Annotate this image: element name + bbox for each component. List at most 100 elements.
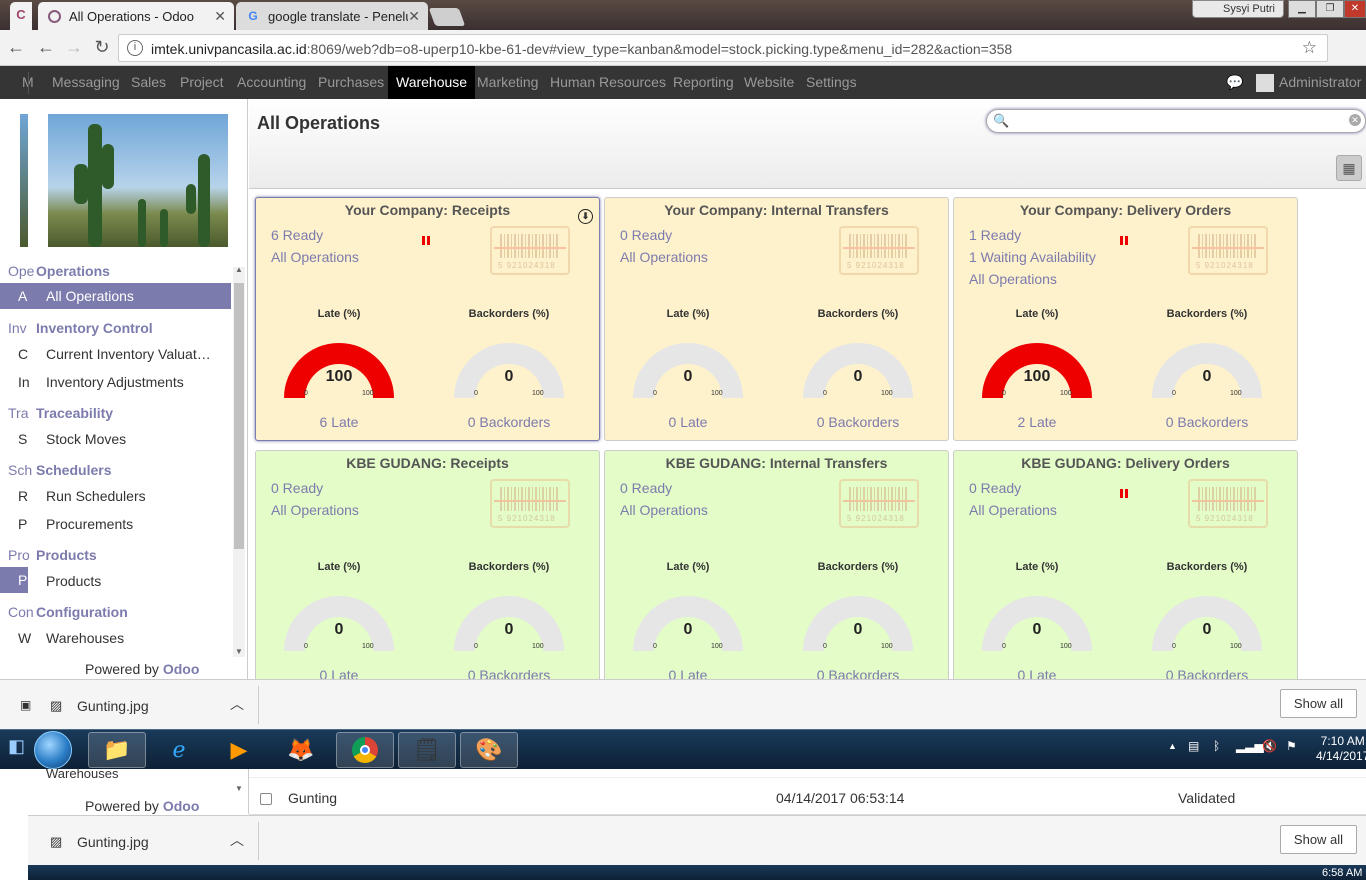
card-link[interactable]: All Operations	[969, 271, 1057, 287]
media-player-icon[interactable]: ▶	[210, 732, 268, 768]
forward-icon[interactable]: →	[64, 37, 84, 58]
card-link[interactable]: 6 Ready	[271, 227, 323, 243]
show-all-button[interactable]: Show all	[1280, 689, 1357, 718]
sidebar-item-warehouses[interactable]: Warehouses	[46, 630, 124, 646]
bluetooth-icon[interactable]: ᛒ	[1213, 739, 1220, 753]
close-icon[interactable]: ✕	[214, 8, 226, 25]
gauge-footer-link[interactable]: 0 Backorders	[788, 414, 928, 430]
card-link[interactable]: 1 Ready	[969, 227, 1021, 243]
download-file-name[interactable]: Gunting.jpg	[77, 698, 149, 714]
gauge-footer-link[interactable]: 0 Backorders	[1137, 667, 1277, 679]
menu-item-settings[interactable]: Settings	[798, 66, 865, 99]
card-link[interactable]: All Operations	[271, 249, 359, 265]
tab-google[interactable]: G google translate - Penelu ✕	[236, 2, 428, 30]
clock[interactable]: 7:10 AM 4/14/2017	[1316, 734, 1366, 764]
window-close-button[interactable]: ✕	[1344, 0, 1366, 18]
tab-odoo[interactable]: All Operations - Odoo ✕	[38, 2, 234, 30]
odoo-link[interactable]: Odoo	[163, 661, 200, 677]
kanban-view-button[interactable]: ▦	[1336, 155, 1362, 181]
gauge-footer-link[interactable]: 0 Late	[967, 667, 1107, 679]
gauge-footer-link[interactable]: 0 Backorders	[788, 667, 928, 679]
url-field[interactable]: i imtek.univpancasila.ac.id:8069/web?db=…	[118, 34, 1328, 62]
card-link[interactable]: 0 Ready	[620, 480, 672, 496]
card-link[interactable]: 0 Ready	[969, 480, 1021, 496]
card-link[interactable]: All Operations	[620, 502, 708, 518]
menu-item-sales[interactable]: Sales	[123, 66, 174, 99]
card-link[interactable]: All Operations	[271, 502, 359, 518]
sidebar-item-run-schedulers[interactable]: Run Schedulers	[46, 488, 146, 504]
sidebar-item-warehouses-2[interactable]: Warehouses	[46, 766, 119, 781]
kanban-card[interactable]: KBE GUDANG: Receipts 0 Ready All Operation…	[255, 450, 600, 679]
card-link[interactable]: 1 Waiting Availability	[969, 249, 1096, 265]
gauge-footer-link[interactable]: 0 Late	[618, 667, 758, 679]
scroll-down-icon[interactable]: ▼	[235, 647, 243, 656]
menu-item-accounting[interactable]: Accounting	[229, 66, 314, 99]
chevron-up-icon[interactable]: ︿	[230, 694, 244, 714]
odoo-link-2[interactable]: Odoo	[163, 798, 200, 814]
gauge-footer-link[interactable]: 6 Late	[269, 414, 409, 430]
menu-item-project[interactable]: Project	[172, 66, 232, 99]
info-icon[interactable]: i	[127, 40, 143, 56]
card-link[interactable]: All Operations	[969, 502, 1057, 518]
menu-item-messaging[interactable]: Messaging	[44, 66, 128, 99]
back-arrow-icon[interactable]: ←	[6, 37, 26, 58]
gauge-footer-link[interactable]: 0 Late	[269, 667, 409, 679]
card-link[interactable]: 0 Ready	[271, 480, 323, 496]
kanban-card[interactable]: KBE GUDANG: Delivery Orders 0 Ready All Op…	[953, 450, 1298, 679]
sidebar-item-all-operations[interactable]: All Operations	[28, 283, 231, 309]
close-icon[interactable]: ✕	[408, 8, 420, 25]
search-input[interactable]: 🔍 ✕	[986, 109, 1366, 133]
chrome-icon[interactable]	[336, 732, 394, 768]
reload-icon[interactable]: ↻	[92, 37, 112, 58]
explorer-icon[interactable]: 📁	[88, 732, 146, 768]
minimize-button[interactable]: ▁	[1288, 0, 1316, 18]
gauge-footer-link[interactable]: 0 Backorders	[439, 414, 579, 430]
action-center-icon[interactable]: ⚑	[1286, 739, 1297, 753]
firefox-icon[interactable]: 🦊	[272, 732, 330, 768]
menu-item-human-resources[interactable]: Human Resources	[542, 66, 674, 99]
sidebar-item-inventory-adjustments[interactable]: Inventory Adjustments	[46, 374, 184, 390]
card-link[interactable]: 0 Ready	[620, 227, 672, 243]
gauge-footer-link[interactable]: 0 Late	[618, 414, 758, 430]
sticky-notes-icon[interactable]: 🗒	[398, 732, 456, 768]
sidebar-item-products[interactable]: Products	[46, 573, 101, 589]
user-menu[interactable]: Administrator	[1256, 66, 1361, 99]
tray-devices-icon[interactable]: ▤	[1188, 739, 1199, 753]
signal-icon[interactable]: ▂▃▅	[1236, 739, 1264, 753]
table-row[interactable]: Gunting 04/14/2017 06:53:14 Validated	[249, 777, 1366, 815]
new-tab-button[interactable]	[428, 8, 466, 26]
menu-item-reporting[interactable]: Reporting	[665, 66, 742, 99]
gauge-footer-link[interactable]: 0 Backorders	[439, 667, 579, 679]
pinned-tab[interactable]: C	[10, 2, 32, 30]
scroll-down-icon[interactable]: ▼	[235, 784, 243, 793]
sidebar-item-cut-selected[interactable]: P	[0, 567, 28, 593]
dropdown-icon[interactable]: ⬇	[578, 209, 593, 224]
start-button[interactable]	[34, 731, 72, 769]
row-checkbox[interactable]	[260, 793, 272, 805]
menu-item-marketing[interactable]: Marketing	[469, 66, 546, 99]
tray-expand-icon[interactable]: ▲	[1168, 741, 1177, 751]
back-icon[interactable]: ←	[36, 37, 56, 58]
sidebar-item-cut-active[interactable]: A	[0, 283, 28, 309]
menu-item-purchases[interactable]: Purchases	[310, 66, 392, 99]
volume-muted-icon[interactable]: 🔇	[1262, 739, 1277, 753]
bookmark-star-icon[interactable]: ☆	[1302, 38, 1317, 58]
kanban-card[interactable]: Your Company: Receipts ⬇ 6 Ready All Operat…	[255, 197, 600, 441]
menu-item-warehouse[interactable]: Warehouse	[388, 66, 476, 99]
kanban-card[interactable]: Your Company: Delivery Orders 1 Ready 1 Wa…	[953, 197, 1298, 441]
card-link[interactable]: All Operations	[620, 249, 708, 265]
download-file-name-2[interactable]: Gunting.jpg	[77, 834, 149, 850]
gauge-footer-link[interactable]: 2 Late	[967, 414, 1107, 430]
chat-icon[interactable]: 💬	[1226, 66, 1243, 99]
kanban-card[interactable]: Your Company: Internal Transfers 0 Ready A…	[604, 197, 949, 441]
chevron-up-icon[interactable]: ︿	[230, 830, 244, 850]
ie-icon[interactable]: ℯ	[150, 732, 208, 768]
maximize-button[interactable]: ❐	[1316, 0, 1344, 18]
scroll-up-icon[interactable]: ▲	[235, 265, 243, 274]
clear-search-icon[interactable]: ✕	[1349, 114, 1361, 126]
paint-icon[interactable]: 🎨	[460, 732, 518, 768]
sidebar-item-current-inventory-valuation[interactable]: Current Inventory Valuat…	[46, 346, 211, 362]
kanban-card[interactable]: KBE GUDANG: Internal Transfers 0 Ready All…	[604, 450, 949, 679]
sidebar-item-procurements[interactable]: Procurements	[46, 516, 133, 532]
sidebar-item-stock-moves[interactable]: Stock Moves	[46, 431, 126, 447]
